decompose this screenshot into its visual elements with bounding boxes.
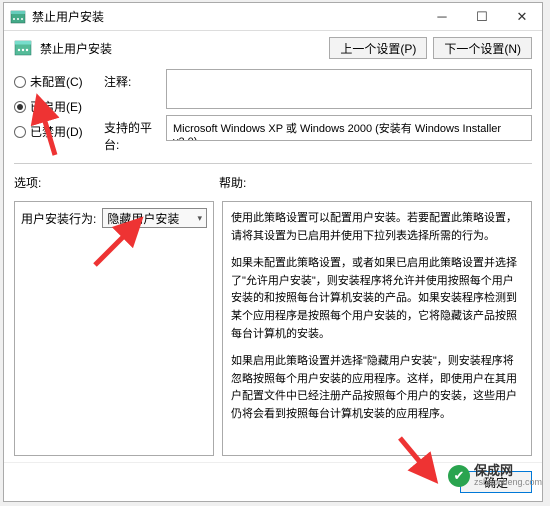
window-controls: ─ ☐ ✕ <box>422 3 542 31</box>
options-label: 选项: <box>14 174 219 191</box>
radio-label: 已启用(E) <box>30 98 82 115</box>
platform-label: 支持的平台: <box>104 115 160 153</box>
policy-title: 禁止用户安装 <box>40 40 321 57</box>
radio-not-configured[interactable]: 未配置(C) <box>14 73 104 90</box>
main-content: 用户安装行为: 隐藏用户安装 ▾ 使用此策略设置可以配置用户安装。若要配置此策略… <box>4 195 542 462</box>
comment-label: 注释: <box>104 69 160 90</box>
prev-setting-button[interactable]: 上一个设置(P) <box>329 37 427 59</box>
window-title: 禁止用户安装 <box>32 8 422 25</box>
chevron-down-icon: ▾ <box>197 213 202 224</box>
help-paragraph: 如果启用此策略设置并选择"隐藏用户安装"，则安装程序将忽略按照每个用户安装的应用… <box>231 353 523 423</box>
behavior-label: 用户安装行为: <box>21 210 96 227</box>
dialog-window: 禁止用户安装 ─ ☐ ✕ 禁止用户安装 上一个设置(P) 下一个设置(N) 未配… <box>3 2 543 502</box>
header-row: 禁止用户安装 上一个设置(P) 下一个设置(N) <box>4 31 542 65</box>
platform-text: Microsoft Windows XP 或 Windows 2000 (安装有… <box>166 115 532 141</box>
comment-input[interactable] <box>166 69 532 109</box>
radio-icon <box>14 126 26 138</box>
help-label: 帮助: <box>219 174 532 191</box>
behavior-dropdown[interactable]: 隐藏用户安装 ▾ <box>102 208 207 228</box>
section-labels: 选项: 帮助: <box>4 170 542 195</box>
app-icon <box>10 9 26 25</box>
radio-label: 未配置(C) <box>30 73 83 90</box>
radio-label: 已禁用(D) <box>30 123 83 140</box>
radio-enabled[interactable]: 已启用(E) <box>14 98 104 115</box>
radio-icon <box>14 101 26 113</box>
close-button[interactable]: ✕ <box>502 3 542 31</box>
options-panel: 用户安装行为: 隐藏用户安装 ▾ <box>14 201 214 456</box>
radio-disabled[interactable]: 已禁用(D) <box>14 123 104 140</box>
dropdown-value: 隐藏用户安装 <box>107 210 179 227</box>
titlebar: 禁止用户安装 ─ ☐ ✕ <box>4 3 542 31</box>
config-section: 未配置(C) 已启用(E) 已禁用(D) 注释: 支持的平台: Microsof… <box>4 65 542 157</box>
help-paragraph: 如果未配置此策略设置，或者如果已启用此策略设置并选择了"允许用户安装"，则安装程… <box>231 255 523 343</box>
footer: 确定 <box>4 462 542 501</box>
minimize-button[interactable]: ─ <box>422 3 462 31</box>
help-panel: 使用此策略设置可以配置用户安装。若要配置此策略设置，请将其设置为已启用并使用下拉… <box>222 201 532 456</box>
divider <box>14 163 532 164</box>
maximize-button[interactable]: ☐ <box>462 3 502 31</box>
radio-group: 未配置(C) 已启用(E) 已禁用(D) <box>14 69 104 140</box>
help-paragraph: 使用此策略设置可以配置用户安装。若要配置此策略设置，请将其设置为已启用并使用下拉… <box>231 210 523 245</box>
next-setting-button[interactable]: 下一个设置(N) <box>433 37 532 59</box>
policy-icon <box>14 39 32 57</box>
ok-button[interactable]: 确定 <box>460 471 532 493</box>
radio-icon <box>14 76 26 88</box>
